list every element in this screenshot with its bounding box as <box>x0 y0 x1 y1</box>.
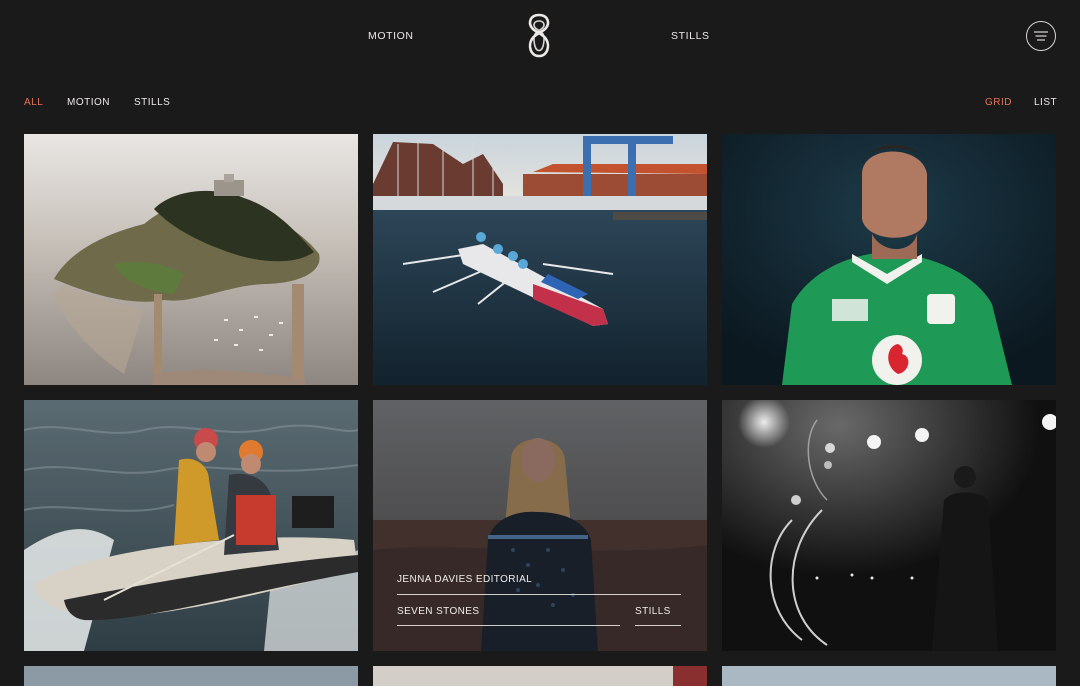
menu-button[interactable] <box>1026 21 1056 51</box>
filter-all[interactable]: ALL <box>24 97 43 108</box>
rowing-boat-harbour-image <box>373 134 707 385</box>
inflatable-boat-crew-image <box>24 400 358 651</box>
rugby-player-portrait-image <box>722 134 1056 385</box>
project-tile-row3-3[interactable] <box>722 666 1056 686</box>
project-tile-island-aerial[interactable] <box>24 134 358 385</box>
project-tile-rowing-boat-harbour[interactable] <box>373 134 707 385</box>
project-image <box>373 666 707 686</box>
overlay-divider <box>635 625 681 626</box>
project-tile-row3-1[interactable] <box>24 666 358 686</box>
project-category: STILLS <box>635 606 671 617</box>
project-tile-stage-performer-silhouette[interactable] <box>722 400 1056 651</box>
project-image <box>722 666 1056 686</box>
filter-motion[interactable]: MOTION <box>67 97 110 108</box>
nav-motion-link[interactable]: MOTION <box>368 30 414 42</box>
project-tile-row3-2[interactable] <box>373 666 707 686</box>
project-client: SEVEN STONES <box>397 606 480 617</box>
filter-stills[interactable]: STILLS <box>134 97 170 108</box>
view-list-toggle[interactable]: LIST <box>1034 97 1057 108</box>
island-aerial-image <box>24 134 358 385</box>
figure-eight-logo-icon[interactable] <box>522 12 556 60</box>
site-header: MOTION STILLS <box>0 0 1080 72</box>
project-tile-rugby-player-portrait[interactable] <box>722 134 1056 385</box>
view-grid-toggle[interactable]: GRID <box>985 97 1012 108</box>
stage-performer-silhouette-image <box>722 400 1056 651</box>
project-title: JENNA DAVIES EDITORIAL <box>397 574 533 585</box>
nav-stills-link[interactable]: STILLS <box>671 30 710 42</box>
overlay-divider <box>397 594 681 595</box>
overlay-divider <box>397 625 620 626</box>
project-tile-woman-moorland[interactable]: JENNA DAVIES EDITORIAL SEVEN STONES STIL… <box>373 400 707 651</box>
project-image <box>24 666 358 686</box>
hamburger-menu-icon <box>1034 31 1048 41</box>
project-tile-inflatable-boat-crew[interactable] <box>24 400 358 651</box>
